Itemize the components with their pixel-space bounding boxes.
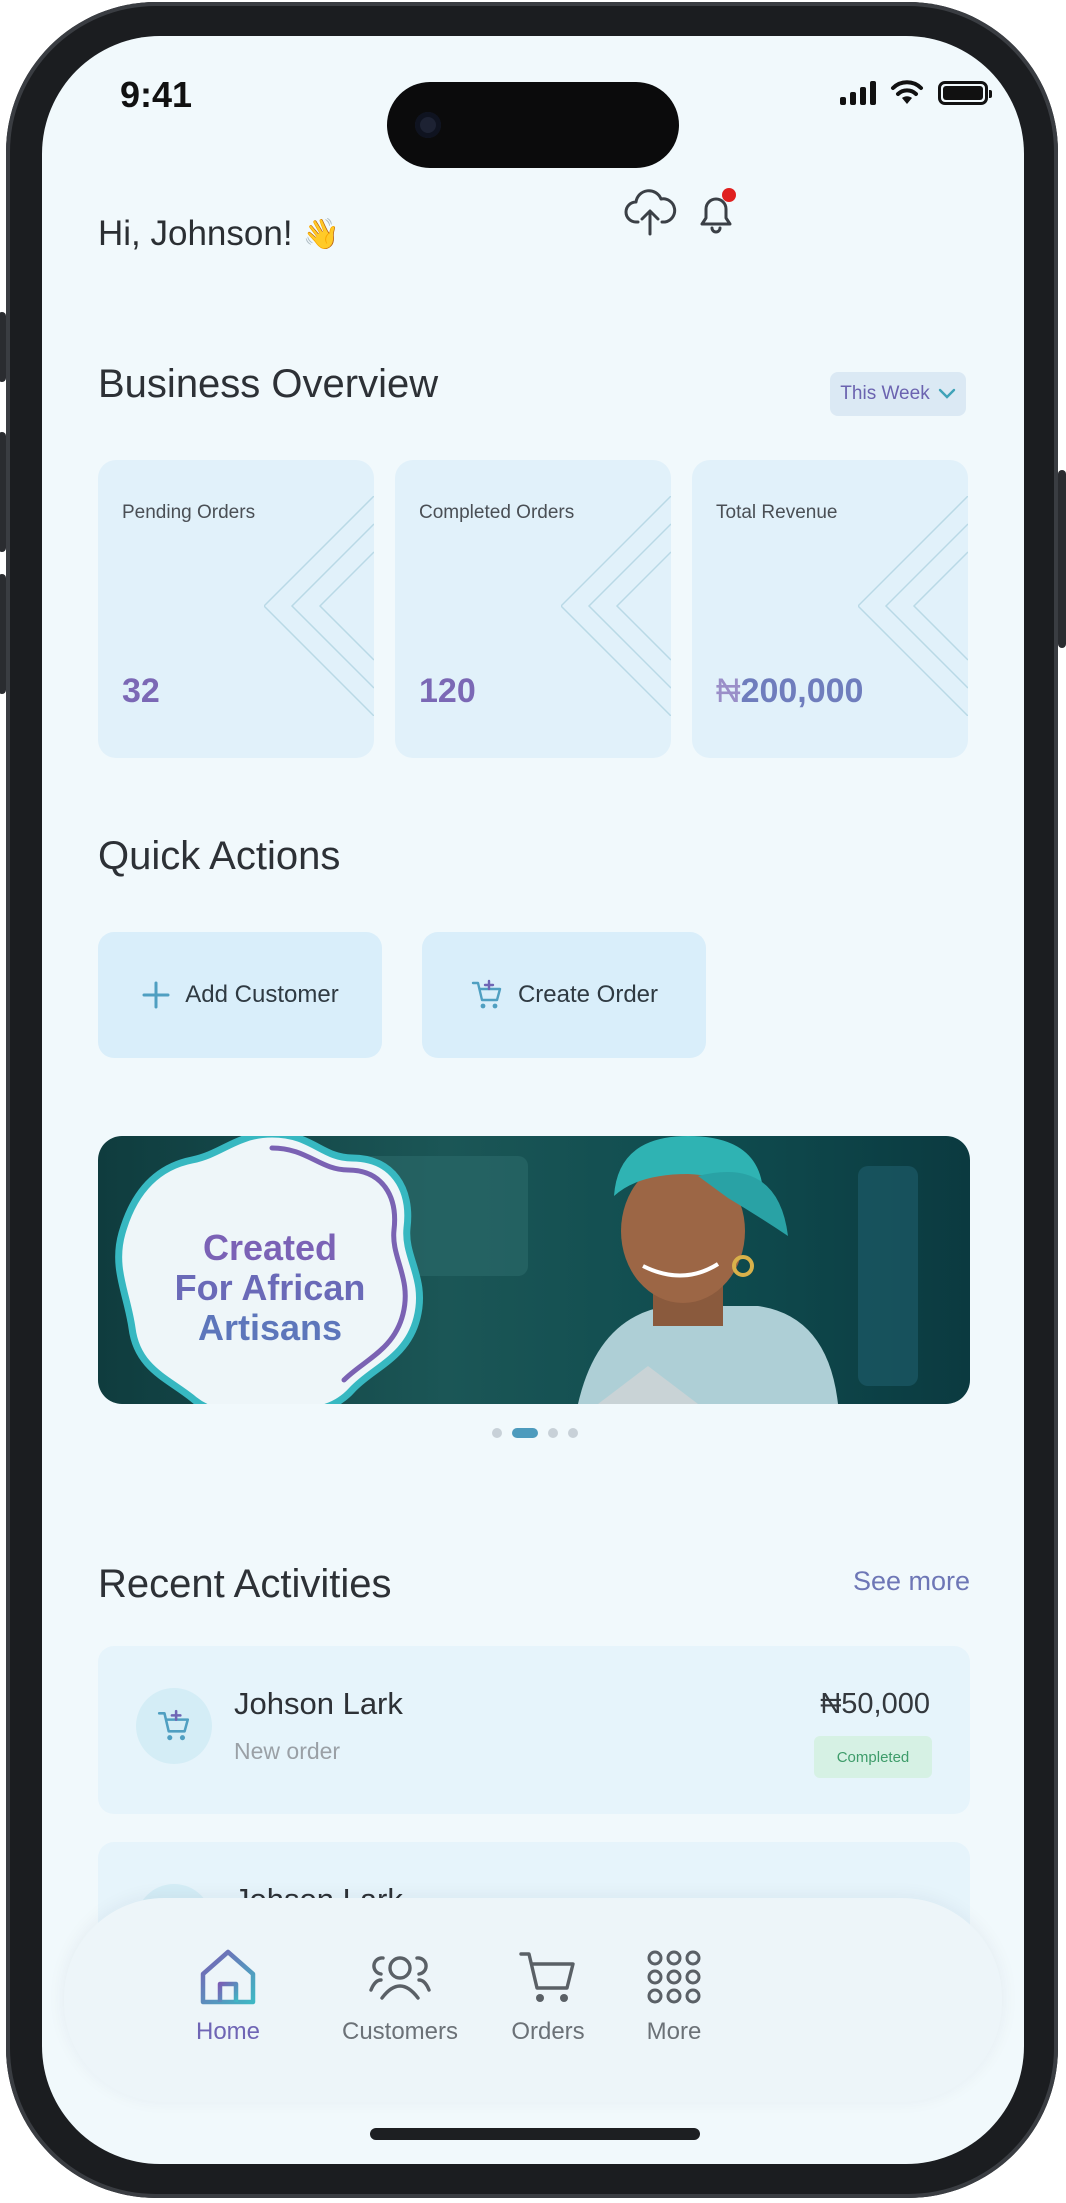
users-icon bbox=[369, 1956, 431, 2000]
promo-banner[interactable]: Created For African Artisans bbox=[98, 1136, 970, 1404]
battery-icon bbox=[938, 81, 992, 105]
power-button bbox=[1058, 470, 1066, 648]
total-revenue-card[interactable]: Total Revenue ₦200,000 bbox=[692, 460, 968, 758]
wifi-icon bbox=[891, 80, 923, 104]
chevron-down-icon bbox=[938, 388, 955, 399]
period-dropdown[interactable]: This Week bbox=[830, 372, 966, 416]
camera-icon bbox=[415, 112, 441, 138]
chevron-pattern-icon bbox=[264, 496, 374, 716]
period-label: This Week bbox=[840, 383, 930, 404]
add-customer-label: Add Customer bbox=[185, 981, 339, 1008]
create-order-button[interactable]: Create Order bbox=[422, 932, 706, 1058]
nav-orders[interactable]: Orders bbox=[478, 1944, 618, 2046]
card-value: 120 bbox=[419, 672, 476, 710]
greeting: Hi, Johnson! 👋 bbox=[98, 214, 340, 254]
nav-more[interactable]: More bbox=[604, 1944, 744, 2046]
activity-item[interactable]: Johson Lark New order ₦50,000 Completed bbox=[98, 1646, 970, 1814]
carousel-dot[interactable] bbox=[492, 1428, 502, 1438]
business-overview-title: Business Overview bbox=[98, 362, 439, 406]
carousel-dot-active[interactable] bbox=[512, 1428, 538, 1438]
wave-icon: 👋 bbox=[302, 217, 340, 251]
notification-dot bbox=[722, 188, 736, 202]
bottom-nav: Home Customers Orders More bbox=[64, 1898, 1002, 2102]
dynamic-island bbox=[387, 82, 679, 168]
plus-icon bbox=[142, 981, 170, 1009]
chevron-pattern-icon bbox=[858, 496, 968, 716]
nav-customers-label: Customers bbox=[341, 2018, 459, 2045]
home-indicator[interactable] bbox=[370, 2128, 700, 2140]
screen: 9:41 Hi, Johnson! 👋 Business Overview Th… bbox=[42, 36, 1024, 2164]
notification-bell-icon[interactable] bbox=[688, 184, 744, 240]
activity-type: New order bbox=[234, 1738, 341, 1764]
nav-home-label: Home bbox=[195, 2018, 261, 2045]
cart-icon bbox=[519, 1952, 575, 2002]
card-value: 32 bbox=[122, 672, 160, 710]
cart-add-icon bbox=[157, 1709, 190, 1741]
card-label: Total Revenue bbox=[716, 502, 838, 523]
banner-line-3: Artisans bbox=[197, 1307, 343, 1348]
mute-switch bbox=[0, 312, 6, 382]
add-customer-button[interactable]: Add Customer bbox=[98, 932, 382, 1058]
banner-line-2: For African bbox=[174, 1267, 366, 1308]
quick-actions-title: Quick Actions bbox=[98, 834, 341, 878]
status-icons bbox=[840, 78, 992, 108]
card-value: ₦200,000 bbox=[716, 672, 863, 711]
revenue-amount: 200,000 bbox=[740, 672, 864, 710]
grid-icon bbox=[647, 1950, 701, 2004]
nav-more-label: More bbox=[646, 2018, 702, 2045]
pending-orders-card[interactable]: Pending Orders 32 bbox=[98, 460, 374, 758]
create-order-label: Create Order bbox=[517, 981, 659, 1008]
recent-activities-title: Recent Activities bbox=[98, 1562, 392, 1606]
carousel-dot[interactable] bbox=[548, 1428, 558, 1438]
activity-avatar bbox=[136, 1688, 212, 1764]
banner-line-1: Created bbox=[202, 1227, 338, 1268]
status-bar: 9:41 bbox=[42, 36, 1024, 168]
cart-add-icon bbox=[471, 979, 502, 1009]
nav-customers[interactable]: Customers bbox=[330, 1944, 470, 2046]
card-label: Pending Orders bbox=[122, 502, 256, 523]
nav-orders-label: Orders bbox=[511, 2018, 585, 2045]
activity-name: Johson Lark bbox=[234, 1686, 403, 1721]
status-time: 9:41 bbox=[120, 74, 193, 115]
greeting-text: Hi, Johnson! bbox=[98, 214, 293, 253]
banner-headline: Created For African Artisans bbox=[140, 1228, 400, 1348]
carousel-dot[interactable] bbox=[568, 1428, 578, 1438]
artisan-photo bbox=[578, 1136, 838, 1404]
signal-icon bbox=[840, 81, 876, 105]
cloud-upload-icon[interactable] bbox=[622, 186, 678, 242]
see-more-link[interactable]: See more bbox=[853, 1566, 970, 1597]
volume-up-button bbox=[0, 432, 6, 552]
status-badge: Completed bbox=[814, 1736, 932, 1778]
carousel-indicator[interactable] bbox=[492, 1428, 578, 1438]
activity-amount: ₦50,000 bbox=[820, 1688, 930, 1720]
currency-symbol: ₦ bbox=[716, 672, 741, 710]
chevron-pattern-icon bbox=[561, 496, 671, 716]
banner-background bbox=[858, 1166, 918, 1386]
completed-orders-card[interactable]: Completed Orders 120 bbox=[395, 460, 671, 758]
volume-down-button bbox=[0, 574, 6, 694]
nav-home[interactable]: Home bbox=[158, 1944, 298, 2046]
home-icon bbox=[200, 1949, 256, 2005]
card-label: Completed Orders bbox=[419, 502, 575, 523]
